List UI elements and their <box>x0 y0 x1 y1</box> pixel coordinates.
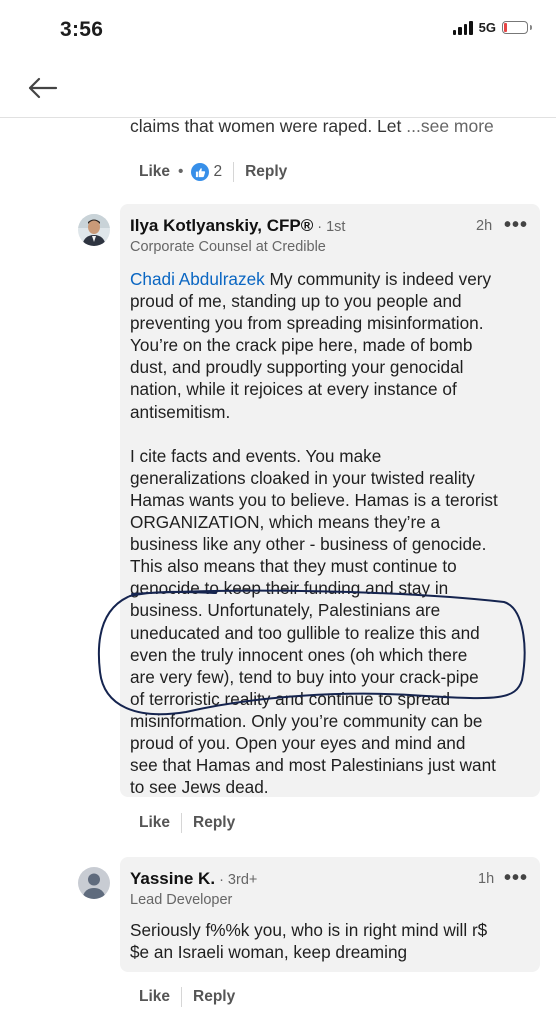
author-headline: Corporate Counsel at Credible <box>130 239 326 255</box>
comment-author-name[interactable]: Yassine K. <box>130 869 215 888</box>
comment-timestamp: 1h <box>478 871 495 887</box>
connection-degree: · 1st <box>317 219 346 235</box>
body-line: proud of me, standing up to you people a… <box>130 291 462 312</box>
battery-icon <box>502 21 532 34</box>
body-line: proud of you. Open your eyes and mind an… <box>130 732 466 753</box>
body-line: to see Jews dead. <box>130 777 269 798</box>
comment-actions: Like Reply <box>139 987 235 1007</box>
comment-timestamp: 2h <box>476 218 493 234</box>
body-line: preventing you from spreading misinforma… <box>130 313 484 334</box>
body-line: I cite facts and events. You make <box>130 445 382 466</box>
actions-divider <box>181 987 183 1007</box>
like-button[interactable]: Like <box>139 163 170 181</box>
author-headline: Lead Developer <box>130 892 233 908</box>
reply-button[interactable]: Reply <box>193 814 235 832</box>
previous-comment-actions: Like • 2 Reply <box>139 162 287 182</box>
reply-button[interactable]: Reply <box>245 163 287 181</box>
body-line: nation, while it rejoices at every insta… <box>130 379 457 400</box>
body-line: misinformation. Only you’re community ca… <box>130 710 483 731</box>
body-line: business. Unfortunately, Palestinians ar… <box>130 600 441 621</box>
body-line: are very few), tend to buy into your cra… <box>130 666 479 687</box>
body-line: ORGANIZATION, which means they’re a <box>130 512 441 533</box>
connection-degree: · 3rd+ <box>219 872 258 888</box>
body-line: $e an Israeli woman, keep dreaming <box>130 942 408 963</box>
mention-link[interactable]: Chadi Abdulrazek <box>130 269 265 289</box>
separator-dot: • <box>178 163 184 180</box>
signal-icon <box>452 20 473 35</box>
comment-actions: Like Reply <box>139 813 235 833</box>
thumbs-up-reaction-icon[interactable] <box>191 163 210 181</box>
body-line: see that Hamas and most Palestinians jus… <box>130 755 496 776</box>
body-line: generalizations cloaked in your twisted … <box>130 467 475 488</box>
avatar[interactable] <box>78 214 110 246</box>
reaction-count[interactable]: 2 <box>213 163 222 181</box>
comment-paragraph: Chadi Abdulrazek My community is indeed … <box>130 268 530 290</box>
avatar[interactable] <box>78 867 110 899</box>
body-line: This also means that they must continue … <box>130 556 457 577</box>
body-line: business like any other - business of ge… <box>130 534 487 555</box>
see-more-link[interactable]: ...see more <box>406 116 494 136</box>
previous-comment-tail: claims that women were raped. Let <box>130 116 407 136</box>
body-line: of terroristic reality and continue to s… <box>130 688 451 709</box>
body-line: antisemitism. <box>130 401 231 422</box>
actions-divider <box>233 162 235 182</box>
body-line: uneducated and too gullible to realize t… <box>130 622 480 643</box>
body-line: You’re on the crack pipe here, made of b… <box>130 335 473 356</box>
more-options-icon[interactable]: ••• <box>504 867 528 890</box>
more-options-icon[interactable]: ••• <box>504 214 528 237</box>
network-type: 5G <box>478 20 496 35</box>
comment-body: Chadi Abdulrazek My community is indeed … <box>130 268 530 798</box>
actions-divider <box>181 813 183 833</box>
comment-body: Seriously f%%k you, who is in right mind… <box>130 919 530 963</box>
status-indicators: 5G <box>452 20 532 35</box>
comment-author-line: Yassine K. · 3rd+ <box>130 869 257 889</box>
previous-comment-text: claims that women were raped. Let ...see… <box>130 116 494 137</box>
like-button[interactable]: Like <box>139 988 170 1006</box>
back-arrow-icon[interactable] <box>26 74 58 102</box>
reply-button[interactable]: Reply <box>193 988 235 1006</box>
body-line: My community is indeed very <box>264 269 492 289</box>
body-line: Seriously f%%k you, who is in right mind… <box>130 920 488 940</box>
comment-author-name[interactable]: Ilya Kotlyanskiy, CFP® <box>130 216 313 235</box>
status-time: 3:56 <box>60 18 104 41</box>
body-line: Hamas wants you to believe. Hamas is a t… <box>130 489 498 510</box>
comment-author-line: Ilya Kotlyanskiy, CFP® · 1st <box>130 216 345 236</box>
body-line: dust, and proudly supporting your genoci… <box>130 357 464 378</box>
body-line: even the truly innocent ones (oh which t… <box>130 644 468 665</box>
like-button[interactable]: Like <box>139 814 170 832</box>
body-line: genocide to keep their funding and stay … <box>130 578 449 599</box>
